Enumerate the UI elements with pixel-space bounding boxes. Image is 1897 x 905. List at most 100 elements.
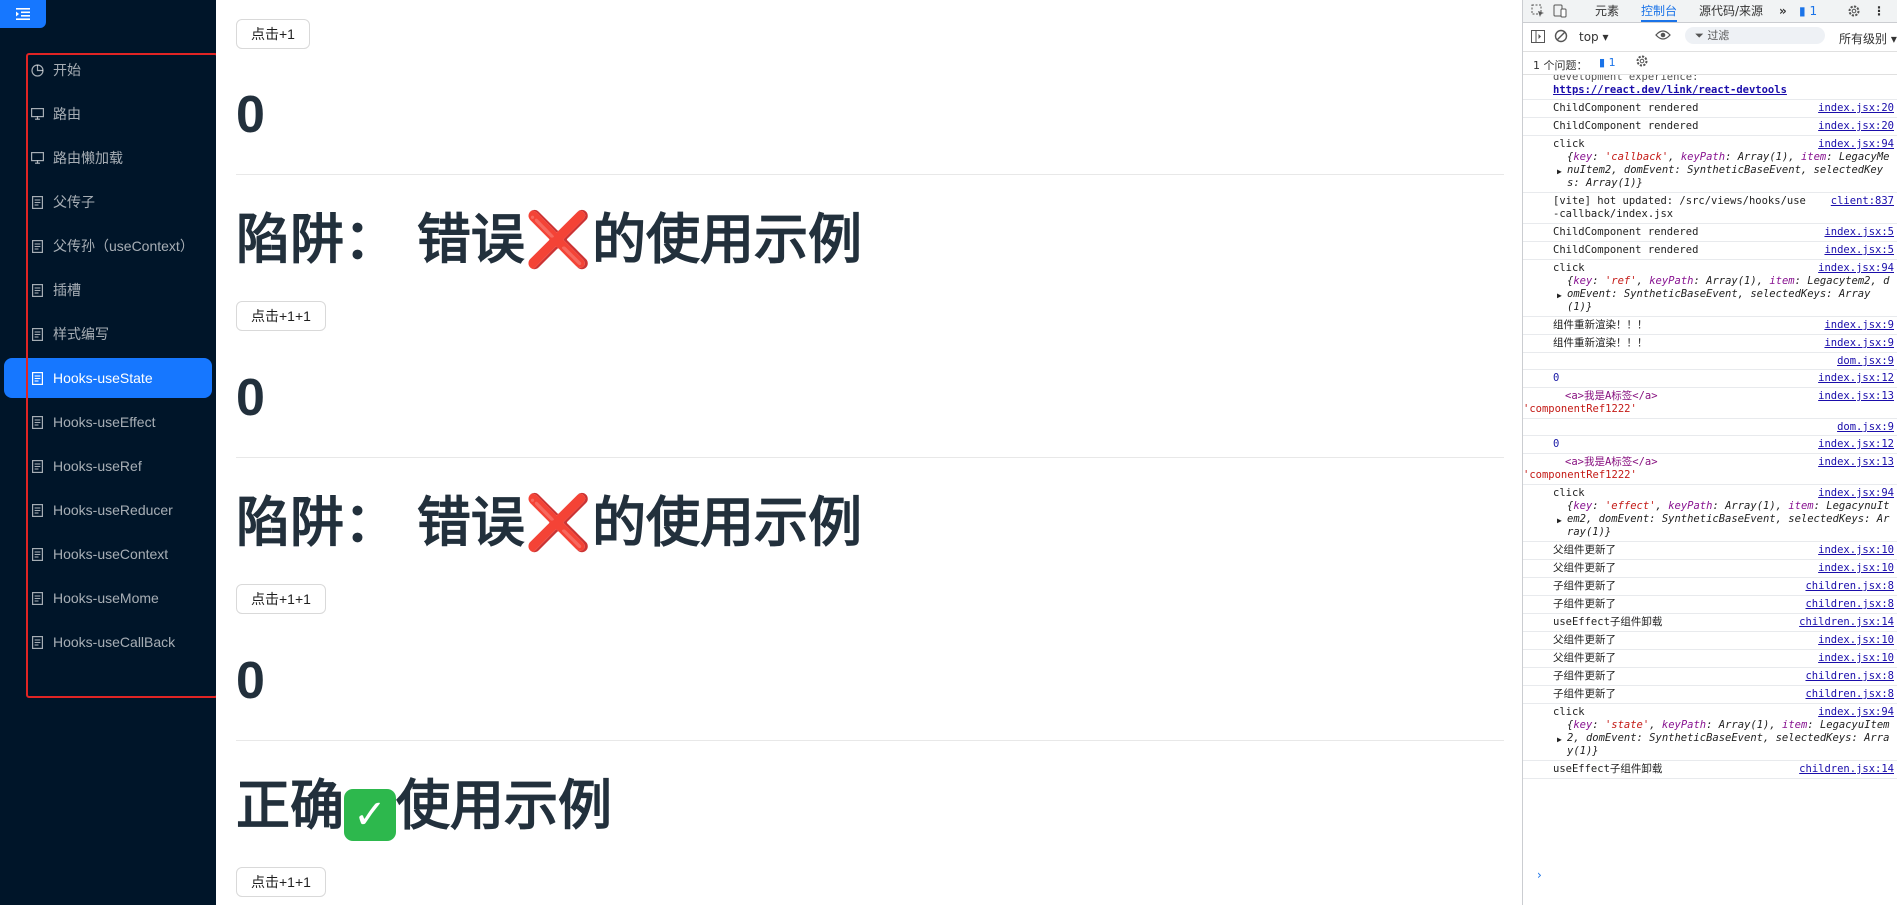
sidebar-item-hooks-usestate[interactable]: Hooks-useState xyxy=(4,358,212,398)
tab-sources[interactable]: 源代码/来源 xyxy=(1699,0,1763,22)
sidebar-item-item-0[interactable]: 开始 xyxy=(0,48,216,92)
increment-twice-button[interactable]: 点击+1+1 xyxy=(236,301,326,331)
source-link[interactable]: index.jsx:10 xyxy=(1814,562,1894,575)
console-message: click ▶ {key: 'state', keyPath: Array(1), … xyxy=(1523,704,1897,761)
source-link[interactable]: index.jsx:12 xyxy=(1814,438,1894,451)
source-link[interactable]: index.jsx:9 xyxy=(1820,319,1894,332)
source-link[interactable]: dom.jsx:9 xyxy=(1833,421,1894,434)
sidebar-item-hooks-useeffect[interactable]: Hooks-useEffect xyxy=(0,400,216,444)
expand-triangle-icon[interactable]: ▶ xyxy=(1557,733,1562,746)
react-devtools-link[interactable]: https://react.dev/link/react-devtools xyxy=(1553,84,1787,96)
issues-count-link[interactable]: ▮ 1 xyxy=(1599,56,1616,69)
file-icon xyxy=(29,546,45,562)
clear-console-icon[interactable] xyxy=(1554,29,1568,43)
device-toolbar-icon[interactable] xyxy=(1553,0,1567,22)
sidebar-item-label: Hooks-useMome xyxy=(53,590,159,606)
console-message: ChildComponent rendered index.jsx:20 xyxy=(1523,118,1897,136)
source-link[interactable]: children.jsx:8 xyxy=(1801,670,1894,683)
issues-badge[interactable]: ▮ 1 xyxy=(1799,0,1817,22)
console-message: 子组件更新了 children.jsx:8 xyxy=(1523,596,1897,614)
sidebar-item-label: Hooks-useState xyxy=(53,370,153,386)
object-key-value: 'effect' xyxy=(1604,500,1656,512)
more-tabs-icon[interactable]: » xyxy=(1779,0,1787,22)
source-link[interactable]: index.jsx:94 xyxy=(1814,138,1894,151)
tab-elements[interactable]: 元素 xyxy=(1595,0,1619,22)
source-link[interactable]: index.jsx:5 xyxy=(1820,244,1894,257)
source-link[interactable]: index.jsx:94 xyxy=(1814,262,1894,275)
menu-toggle-button[interactable] xyxy=(0,0,46,28)
source-link[interactable]: index.jsx:13 xyxy=(1814,456,1894,469)
source-link[interactable]: index.jsx:10 xyxy=(1814,544,1894,557)
source-link[interactable]: dom.jsx:9 xyxy=(1833,355,1894,368)
sidebar-item-hooks-usecontext[interactable]: Hooks-useContext xyxy=(0,532,216,576)
tab-console[interactable]: 控制台 xyxy=(1641,0,1678,22)
console-message: 父组件更新了 index.jsx:10 xyxy=(1523,632,1897,650)
source-link[interactable]: index.jsx:5 xyxy=(1820,226,1894,239)
heading-text: 错误 xyxy=(416,491,525,554)
issues-count: 1 xyxy=(1608,56,1616,69)
expand-triangle-icon[interactable]: ▶ xyxy=(1557,514,1562,527)
file-icon xyxy=(29,590,45,606)
sidebar-item-label: Hooks-useCallBack xyxy=(53,634,176,650)
console-prompt-icon[interactable]: › xyxy=(1537,868,1542,882)
source-link[interactable]: index.jsx:9 xyxy=(1820,337,1894,350)
source-link[interactable]: index.jsx:94 xyxy=(1814,706,1894,719)
context-select[interactable]: top ▾ xyxy=(1579,30,1609,44)
source-link[interactable]: client:837 xyxy=(1826,195,1894,208)
log-object[interactable]: ▶ {key: 'effect', keyPath: Array(1), item… xyxy=(1553,500,1894,539)
more-options-icon[interactable]: ⋮ xyxy=(1873,0,1885,22)
source-link[interactable]: index.jsx:94 xyxy=(1814,487,1894,500)
sidebar-item-label: 父传子 xyxy=(53,194,95,210)
expand-triangle-icon[interactable]: ▶ xyxy=(1557,165,1562,178)
sidebar-item-item-1[interactable]: 路由 xyxy=(0,92,216,136)
log-object[interactable]: ▶ {key: 'ref', keyPath: Array(1), item: L… xyxy=(1553,275,1894,314)
source-link[interactable]: children.jsx:14 xyxy=(1795,616,1894,629)
sidebar-item-usecontext[interactable]: 父传孙（useContext） xyxy=(0,224,216,268)
sidebar-item-hooks-usecallback[interactable]: Hooks-useCallBack xyxy=(0,620,216,664)
sidebar-item-label: 路由 xyxy=(53,106,81,122)
console-message: 父组件更新了 index.jsx:10 xyxy=(1523,542,1897,560)
source-link[interactable]: index.jsx:12 xyxy=(1814,372,1894,385)
source-link[interactable]: index.jsx:13 xyxy=(1814,390,1894,403)
console-message: 组件重新渲染！！！ index.jsx:9 xyxy=(1523,335,1897,353)
source-link[interactable]: index.jsx:20 xyxy=(1814,120,1894,133)
sidebar-item-item-2[interactable]: 路由懒加载 xyxy=(0,136,216,180)
sidebar-item-item-5[interactable]: 插槽 xyxy=(0,268,216,312)
issues-settings-icon[interactable] xyxy=(1635,54,1649,68)
increment-twice-button[interactable]: 点击+1+1 xyxy=(236,584,326,614)
log-levels-select[interactable]: 所有级别 ▾ xyxy=(1839,30,1897,47)
log-levels-value: 所有级别 xyxy=(1839,32,1888,46)
source-link[interactable]: children.jsx:14 xyxy=(1795,763,1894,776)
cross-mark-icon: ❌ xyxy=(524,491,593,554)
increment-twice-button[interactable]: 点击+1+1 xyxy=(236,867,326,897)
console-message: 组件重新渲染！！！ index.jsx:9 xyxy=(1523,317,1897,335)
increment-button[interactable]: 点击+1 xyxy=(236,19,310,49)
inspect-element-icon[interactable] xyxy=(1531,0,1545,22)
filter-input[interactable]: ⏷ 过滤 xyxy=(1685,27,1825,44)
sidebar-toggle-icon[interactable] xyxy=(1531,30,1545,43)
heading-text: 错误 xyxy=(416,208,525,271)
sidebar-item-hooks-usereducer[interactable]: Hooks-useReducer xyxy=(0,488,216,532)
file-icon xyxy=(29,414,45,430)
source-link[interactable]: index.jsx:10 xyxy=(1814,634,1894,647)
source-link[interactable]: children.jsx:8 xyxy=(1801,598,1894,611)
log-object[interactable]: ▶ {key: 'callback', keyPath: Array(1), it… xyxy=(1553,151,1894,190)
sidebar-item-hooks-usemome[interactable]: Hooks-useMome xyxy=(0,576,216,620)
eye-icon[interactable] xyxy=(1655,29,1671,41)
log-text: development experience: xyxy=(1553,75,1699,83)
issues-badge-count: 1 xyxy=(1809,4,1818,18)
source-link[interactable]: children.jsx:8 xyxy=(1801,580,1894,593)
filter-icon: ⏷ xyxy=(1695,29,1704,42)
sidebar-item-item-3[interactable]: 父传子 xyxy=(0,180,216,224)
source-link[interactable]: index.jsx:20 xyxy=(1814,102,1894,115)
log-object[interactable]: ▶ {key: 'state', keyPath: Array(1), item:… xyxy=(1553,719,1894,758)
expand-triangle-icon[interactable]: ▶ xyxy=(1557,289,1562,302)
source-link[interactable]: index.jsx:10 xyxy=(1814,652,1894,665)
heading-text: 陷阱： xyxy=(236,208,398,271)
object-key-value: 'state' xyxy=(1604,719,1650,731)
sidebar-item-item-6[interactable]: 样式编写 xyxy=(0,312,216,356)
console-message: useEffect子组件卸载 children.jsx:14 xyxy=(1523,761,1897,779)
source-link[interactable]: children.jsx:8 xyxy=(1801,688,1894,701)
sidebar-item-hooks-useref[interactable]: Hooks-useRef xyxy=(0,444,216,488)
settings-gear-icon[interactable] xyxy=(1847,0,1861,22)
